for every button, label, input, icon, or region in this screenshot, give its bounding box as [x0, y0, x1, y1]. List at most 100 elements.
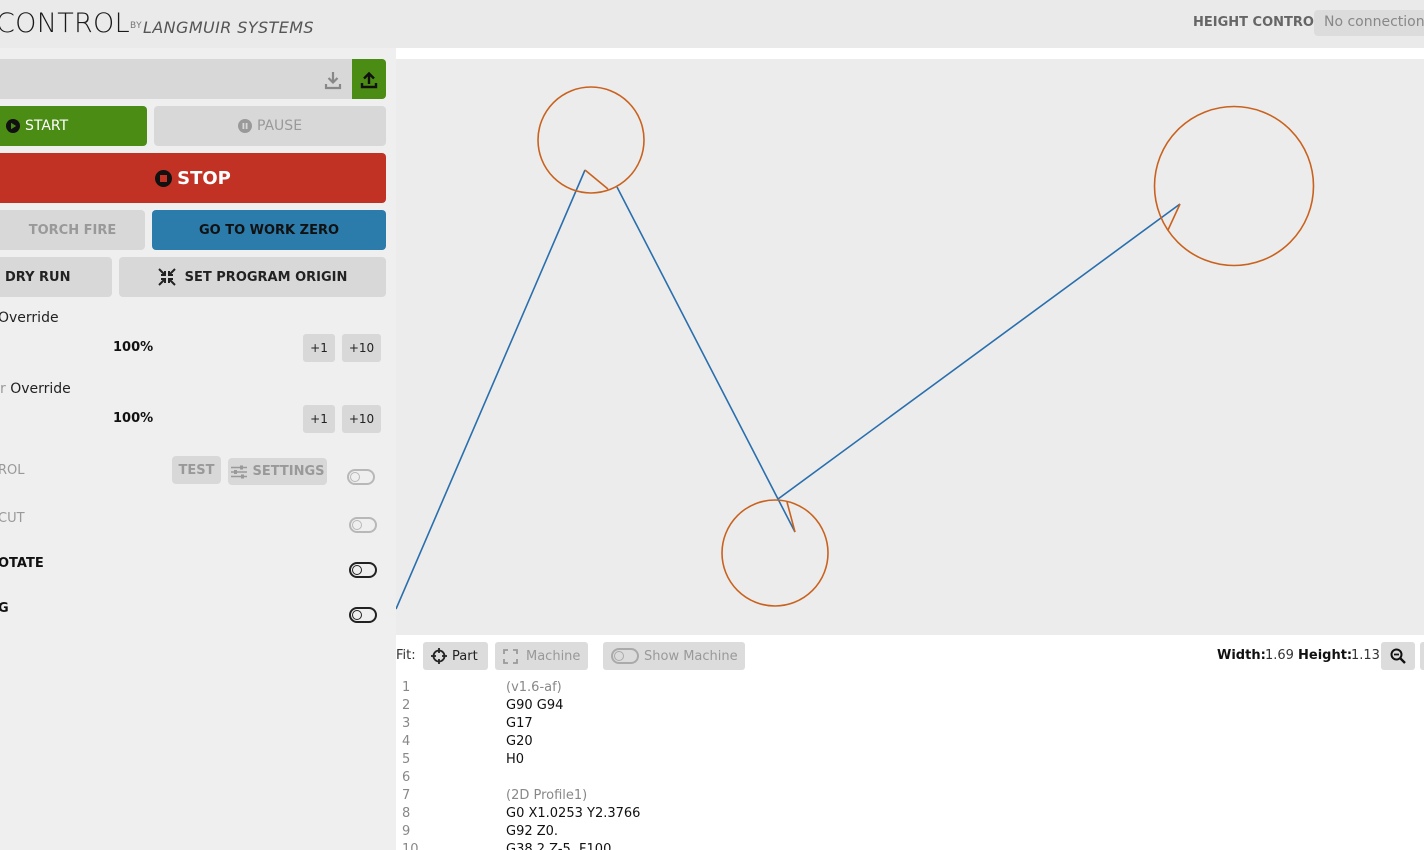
settings-label: SETTINGS	[252, 464, 325, 479]
dry-run-button[interactable]: DRY RUN	[0, 257, 112, 297]
zoom-in-button[interactable]	[1420, 642, 1424, 670]
cut-label: CUT	[0, 511, 25, 526]
work-zero-label: GO TO WORK ZERO	[198, 222, 340, 238]
pause-label: PAUSE	[256, 118, 303, 134]
part-label: Part	[452, 648, 478, 664]
gcode-line-number: 1	[402, 680, 411, 695]
width-value: 1.69	[1265, 648, 1294, 663]
feed-override-value: 100%	[113, 340, 154, 355]
file-bar[interactable]	[0, 59, 386, 99]
start-button[interactable]: START	[0, 106, 147, 146]
upload-button[interactable]	[352, 59, 386, 99]
sliders-icon	[231, 465, 248, 478]
gcode-line-text: G90 G94	[506, 698, 564, 713]
go-to-work-zero-button[interactable]: GO TO WORK ZERO	[152, 210, 386, 250]
pause-button[interactable]: PAUSE	[154, 106, 386, 146]
last-setting-label: G	[0, 601, 9, 616]
gcode-line-number: 9	[402, 824, 411, 839]
by-label: BY	[130, 21, 143, 31]
show-machine-label: Show Machine	[644, 648, 738, 664]
lead-in-2	[786, 501, 796, 533]
thc-settings-button[interactable]: SETTINGS	[228, 458, 327, 485]
fit-part-button[interactable]: Part	[423, 642, 488, 670]
second-override-plus-10-button[interactable]: +10	[342, 405, 381, 433]
gcode-line[interactable]: 1 (v1.6-af)	[396, 680, 1424, 698]
cut-circle-1	[537, 86, 645, 194]
gcode-line-text: G20	[506, 734, 533, 749]
cut-circle-3	[1153, 105, 1315, 267]
cut-toggle[interactable]	[349, 517, 377, 533]
rotate-label: OTATE	[0, 556, 44, 571]
second-override-label: r Override	[0, 381, 71, 397]
stop-button[interactable]: STOP	[0, 153, 386, 203]
gcode-line[interactable]: 4 G20	[396, 734, 1424, 752]
width-label: Width:	[1217, 648, 1266, 663]
height-control-status[interactable]: No connections	[1314, 10, 1424, 36]
second-override-value: 100%	[113, 411, 154, 426]
set-origin-label: SET PROGRAM ORIGIN	[184, 269, 348, 285]
toggle-icon	[611, 648, 639, 664]
last-setting-toggle[interactable]	[349, 607, 377, 623]
gcode-line-text: H0	[506, 752, 525, 767]
gcode-line-number: 2	[402, 698, 411, 713]
gcode-line-text: G17	[506, 716, 533, 731]
canvas-toolbar: Fit: Part Machine Show Machine Width: 1.…	[396, 635, 1424, 678]
gcode-line-number: 5	[402, 752, 411, 767]
toolpath-canvas[interactable]	[396, 59, 1424, 635]
fit-machine-button[interactable]: Machine	[495, 642, 588, 670]
gcode-line-number: 7	[402, 788, 411, 803]
cut-circle-2	[721, 499, 829, 607]
play-icon	[6, 119, 20, 133]
feed-override-plus-10-button[interactable]: +10	[342, 334, 381, 362]
gcode-line[interactable]: 8 G0 X1.0253 Y2.3766	[396, 806, 1424, 824]
gcode-line[interactable]: 5 H0	[396, 752, 1424, 770]
pause-icon	[237, 119, 252, 133]
gcode-line[interactable]: 7 (2D Profile1)	[396, 788, 1424, 806]
gcode-line-number: 8	[402, 806, 411, 821]
gcode-line-text: G92 Z0.	[506, 824, 559, 839]
gcode-listing[interactable]: 1 (v1.6-af) 2 G90 G94 3 G17 4 G20 5 H0 6 7 (2D Profi…	[396, 678, 1424, 850]
thc-label: ROL	[0, 463, 25, 478]
zoom-out-button[interactable]	[1381, 642, 1415, 670]
gcode-line-text: G38.2 Z-5. F100	[506, 842, 612, 850]
stop-icon	[155, 169, 173, 187]
app-header: CONTROL BY LANGMUIR SYSTEMS HEIGHT CONTR…	[0, 0, 1424, 48]
control-panel: START PAUSE STOP TORCH FIRE GO TO WORK Z…	[0, 48, 396, 850]
app-title: CONTROL	[0, 8, 130, 39]
origin-icon	[157, 268, 176, 286]
gcode-line-text: G0 X1.0253 Y2.3766	[506, 806, 641, 821]
height-value: 1.13	[1351, 648, 1380, 663]
expand-icon	[503, 648, 518, 664]
torch-fire-label: TORCH FIRE	[28, 222, 117, 238]
gcode-line-text: (2D Profile1)	[506, 788, 588, 803]
show-machine-toggle[interactable]: Show Machine	[603, 642, 745, 670]
height-label: Height:	[1298, 648, 1353, 663]
gcode-line[interactable]: 6	[396, 770, 1424, 788]
zoom-out-icon	[1390, 648, 1406, 664]
thc-toggle[interactable]	[347, 469, 375, 485]
machine-label: Machine	[526, 648, 581, 664]
rapid-move-path	[396, 169, 1181, 610]
rotate-toggle[interactable]	[349, 562, 377, 578]
gcode-line[interactable]: 10 G38.2 Z-5. F100	[396, 842, 1424, 850]
gcode-line-text: (v1.6-af)	[506, 680, 562, 695]
dry-run-label: DRY RUN	[5, 269, 71, 285]
gcode-line-number: 4	[402, 734, 411, 749]
gcode-line-number: 10	[402, 842, 419, 850]
fit-label: Fit:	[396, 648, 416, 663]
thc-test-button[interactable]: TEST	[172, 456, 221, 484]
start-label: START	[25, 118, 69, 134]
second-override-plus-1-button[interactable]: +1	[303, 405, 335, 433]
feed-override-plus-1-button[interactable]: +1	[303, 334, 335, 362]
gcode-line[interactable]: 9 G92 Z0.	[396, 824, 1424, 842]
height-control-label: HEIGHT CONTROL:	[1193, 15, 1328, 30]
download-icon[interactable]	[322, 69, 344, 91]
gcode-line[interactable]: 3 G17	[396, 716, 1424, 734]
upload-icon	[360, 71, 378, 89]
set-program-origin-button[interactable]: SET PROGRAM ORIGIN	[119, 257, 386, 297]
lead-in-1	[584, 169, 609, 190]
torch-fire-button[interactable]: TORCH FIRE	[0, 210, 145, 250]
brand-logo: LANGMUIR SYSTEMS	[143, 18, 314, 37]
feed-override-label: Override	[0, 310, 59, 326]
gcode-line[interactable]: 2 G90 G94	[396, 698, 1424, 716]
